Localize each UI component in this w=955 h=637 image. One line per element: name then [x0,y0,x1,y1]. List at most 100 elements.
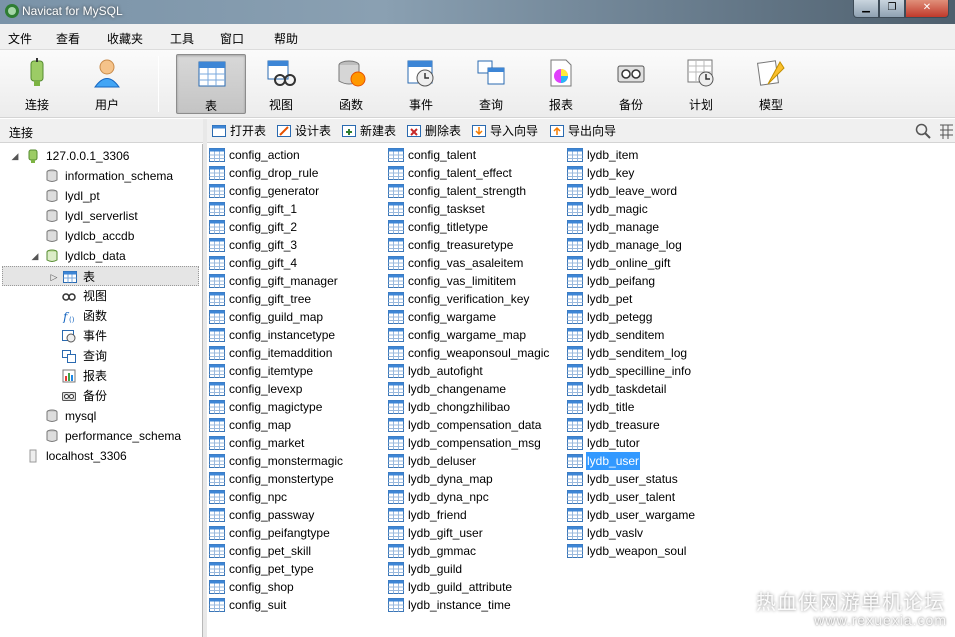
table-icon [567,328,583,342]
close-button[interactable]: ✕ [905,0,949,18]
toolbar-label: 备份 [618,98,643,112]
minimize-button[interactable]: ▁ [853,0,879,18]
tree-object-functions[interactable]: f() 函数 [0,306,200,326]
menu-favorites[interactable]: 收藏夹 [107,30,143,47]
tree-node-label: 函数 [83,309,108,323]
table-name: lydb_magic [587,202,648,216]
expand-arrow-icon[interactable]: ▷ [49,267,59,287]
toolbar-event-button[interactable]: 事件 [386,54,456,114]
table-name: config_map [229,418,292,432]
table-icon [209,544,225,558]
tree-db-information-schema[interactable]: information_schema [0,166,200,186]
toolbar-table-button[interactable]: 表 [176,54,246,114]
table-icon [567,256,583,270]
tree-node-label: localhost_3306 [46,449,127,463]
navicat-app-icon [5,4,19,18]
toolbar-view-button[interactable]: 视图 [246,54,316,114]
table-name: lydb_autofight [408,364,483,378]
table-icon [388,238,404,252]
tree-object-reports[interactable]: 报表 [0,366,200,386]
menu-file[interactable]: 文件 [8,30,32,47]
connection-panel-header: 连接 [0,119,203,143]
toolbar-connection-button[interactable]: 连接 [2,54,72,114]
table-icon [388,328,404,342]
table-name: config_drop_rule [229,166,319,180]
table-name: lydb_user [586,452,641,470]
tree-object-tables[interactable]: ▷ 表 [2,266,199,286]
table-icon [388,184,404,198]
toolbar-schedule-button[interactable]: 计划 [666,54,736,114]
table-name: lydb_changename [408,382,507,396]
restore-button[interactable]: ❐ [879,0,905,18]
table-name: lydb_manage_log [587,238,682,252]
function-icon: f() [62,310,75,323]
tree-db-lydlcb-accdb[interactable]: lydlcb_accdb [0,226,200,246]
table-name: config_levexp [229,382,303,396]
table-icon [388,580,404,594]
table-name: config_pet_skill [229,544,312,558]
table-icon [567,148,583,162]
table-name: lydb_senditem [587,328,665,342]
forum-watermark-url: www.rexuexia.com [814,612,947,628]
tree-connection-127[interactable]: ◢ 127.0.0.1_3306 [0,146,200,166]
table-icon [209,454,225,468]
table-name: lydb_treasure [587,418,660,432]
tree-db-lydl-serverlist[interactable]: lydl_serverlist [0,206,200,226]
table-list: config_action config_drop_rule config_gene… [207,144,955,637]
search-icon[interactable] [915,123,931,139]
grid-view-icon[interactable] [939,123,953,139]
tree-db-lydlcb-data[interactable]: ◢ lydlcb_data [0,246,200,266]
table-icon [209,364,225,378]
table-icon [388,220,404,234]
collapse-arrow-icon[interactable]: ◢ [30,246,40,266]
connection-closed-icon [29,449,37,463]
tree-node-label: lydlcb_accdb [65,229,135,243]
toolbar-label: 表 [204,99,217,113]
menu-help[interactable]: 帮助 [274,30,298,47]
table-icon [567,220,583,234]
tree-object-backups[interactable]: 备份 [0,386,200,406]
toolbar-user-button[interactable]: 用户 [72,54,142,114]
table-name: lydb_gmmac [408,544,477,558]
menu-view[interactable]: 查看 [56,30,80,47]
table-icon [388,598,404,612]
toolbar-backup-button[interactable]: 备份 [596,54,666,114]
tree-db-lydl-pt[interactable]: lydl_pt [0,186,200,206]
table-name: config_magictype [229,400,323,414]
tree-connection-localhost[interactable]: localhost_3306 [0,446,200,466]
tree-object-events[interactable]: 事件 [0,326,200,346]
table-icon [567,310,583,324]
tree-object-views[interactable]: 视图 [0,286,200,306]
table-icon [388,364,404,378]
table-icon [209,202,225,216]
toolbar-label: 函数 [338,98,363,112]
table-name: lydb_guild [408,562,463,576]
table-name: lydb_senditem_log [587,346,688,360]
toolbar-model-button[interactable]: 模型 [736,54,806,114]
table-name: lydb_peifang [587,274,656,288]
tree-node-label: lydl_serverlist [65,209,138,223]
table-icon [209,436,225,450]
table-name: config_gift_2 [229,220,298,234]
menu-tools[interactable]: 工具 [170,30,194,47]
table-name: config_guild_map [229,310,324,324]
database-icon [46,229,58,242]
table-icon [388,562,404,576]
tree-object-queries[interactable]: 查询 [0,346,200,366]
toolbar-query-button[interactable]: 查询 [456,54,526,114]
table-name: config_vas_limititem [408,274,517,288]
tree-db-performance-schema[interactable]: performance_schema [0,426,200,446]
table-icon [63,271,77,283]
table-name: config_vas_asaleitem [408,256,524,270]
table-icon [567,346,583,360]
menu-window[interactable]: 窗口 [220,30,244,47]
toolbar-report-button[interactable]: 报表 [526,54,596,114]
table-icon [388,274,404,288]
forum-watermark: 热血侠网游单机论坛 [756,592,945,614]
collapse-arrow-icon[interactable]: ◢ [10,146,20,166]
tree-db-mysql[interactable]: mysql [0,406,200,426]
table-name: lydb_specilline_info [587,364,692,378]
toolbar-label: 计划 [688,98,713,112]
toolbar-function-button[interactable]: 函数 [316,54,386,114]
table-name: config_verification_key [408,292,530,306]
